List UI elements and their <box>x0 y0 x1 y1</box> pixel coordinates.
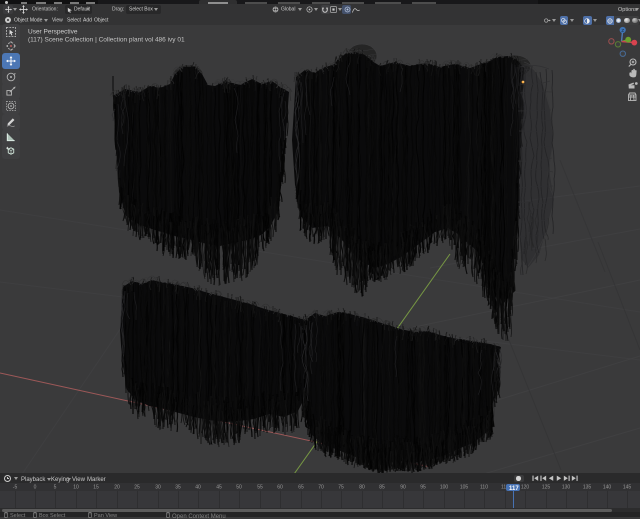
svg-text:Z: Z <box>621 28 624 33</box>
